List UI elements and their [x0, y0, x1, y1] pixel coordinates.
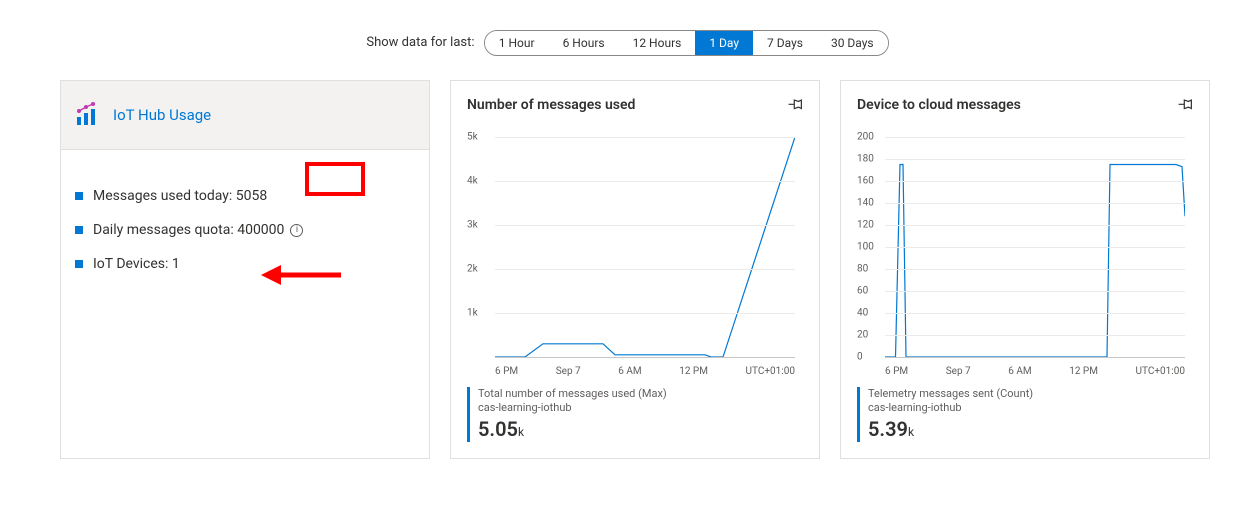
time-range-1-hour[interactable]: 1 Hour: [485, 31, 549, 55]
y-tick: 4k: [467, 176, 478, 187]
time-range-label: Show data for last:: [366, 35, 474, 50]
time-range-1-day[interactable]: 1 Day: [695, 31, 753, 55]
metric-value: 5.39: [868, 417, 908, 441]
x-tick: Sep 7: [946, 366, 971, 377]
y-tick: 200: [857, 132, 874, 143]
time-range-12-hours[interactable]: 12 Hours: [619, 31, 696, 55]
device-to-cloud-chart-card: Device to cloud messages 6 PM Sep 7 6 AM…: [840, 80, 1210, 459]
x-tick: 12 PM: [1069, 366, 1098, 377]
time-range-selector: 1 Hour 6 Hours 12 Hours 1 Day 7 Days 30 …: [484, 30, 889, 56]
info-icon[interactable]: i: [290, 224, 303, 237]
time-range-7-days[interactable]: 7 Days: [753, 31, 817, 55]
y-tick: 2k: [467, 264, 478, 275]
chart-title: Number of messages used: [467, 97, 635, 113]
daily-quota-value: 400000: [237, 222, 284, 238]
y-tick: 0: [857, 352, 863, 363]
y-tick: 60: [857, 286, 868, 297]
y-tick: 40: [857, 308, 868, 319]
x-tick: 6 AM: [1008, 366, 1031, 377]
y-tick: 160: [857, 176, 874, 187]
y-tick: 80: [857, 264, 868, 275]
messages-used-value: 5058: [236, 188, 267, 204]
bar-chart-icon: [75, 99, 103, 131]
x-tz: UTC+01:00: [1136, 366, 1185, 377]
pin-icon[interactable]: [1177, 97, 1193, 117]
chart-plot-area[interactable]: 6 PM Sep 7 6 AM 12 PM UTC+01:00 1k 2k 3k 4k…: [467, 137, 803, 377]
x-tick: 6 AM: [618, 366, 641, 377]
y-tick: 120: [857, 220, 874, 231]
metric-unit: k: [518, 425, 524, 439]
bullet-icon: [75, 192, 83, 200]
x-tick: 6 PM: [495, 366, 518, 377]
bullet-icon: [75, 260, 83, 268]
metric-resource: cas-learning-iothub: [478, 401, 803, 415]
y-tick: 5k: [467, 132, 478, 143]
chart-plot-area[interactable]: 6 PM Sep 7 6 AM 12 PM UTC+01:00 0 20 40 60 8…: [857, 137, 1193, 377]
metric-label: Telemetry messages sent (Count): [868, 387, 1193, 401]
iot-devices-label: IoT Devices:: [93, 256, 168, 272]
metric-value: 5.05: [478, 417, 518, 441]
iot-devices-value: 1: [172, 256, 180, 272]
pin-icon[interactable]: [787, 97, 803, 117]
time-range-6-hours[interactable]: 6 Hours: [549, 31, 619, 55]
metric-label: Total number of messages used (Max): [478, 387, 803, 401]
y-tick: 100: [857, 242, 874, 253]
usage-card-title: IoT Hub Usage: [113, 106, 211, 124]
chart-title: Device to cloud messages: [857, 97, 1021, 113]
x-tz: UTC+01:00: [746, 366, 795, 377]
y-tick: 20: [857, 330, 868, 341]
y-tick: 1k: [467, 308, 478, 319]
metric-resource: cas-learning-iothub: [868, 401, 1193, 415]
y-tick: 140: [857, 198, 874, 209]
daily-quota-label: Daily messages quota:: [93, 222, 234, 238]
y-tick: 180: [857, 154, 874, 165]
bullet-icon: [75, 226, 83, 234]
messages-used-label: Messages used today:: [93, 188, 232, 204]
x-tick: 6 PM: [885, 366, 908, 377]
messages-used-chart-card: Number of messages used 6 PM Sep 7 6 AM …: [450, 80, 820, 459]
x-tick: Sep 7: [556, 366, 581, 377]
metric-unit: k: [908, 425, 914, 439]
x-tick: 12 PM: [679, 366, 708, 377]
time-range-30-days[interactable]: 30 Days: [817, 31, 888, 55]
y-tick: 3k: [467, 220, 478, 231]
iot-hub-usage-card: IoT Hub Usage Messages used today: 5058 …: [60, 80, 430, 459]
